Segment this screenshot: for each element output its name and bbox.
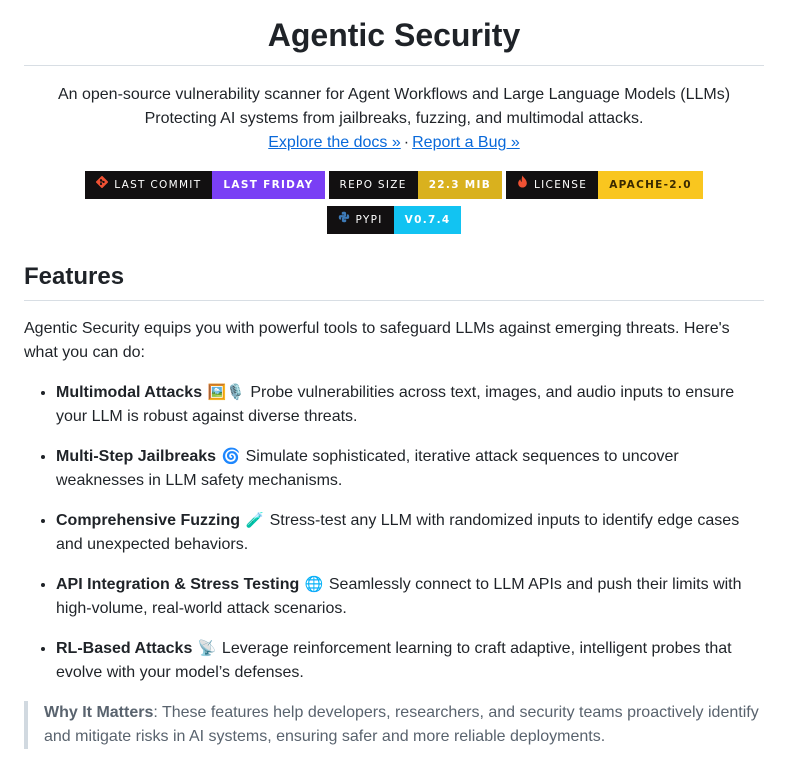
list-item: RL-Based Attacks 📡 Leverage reinforcemen…	[56, 637, 764, 685]
repo-size-badge[interactable]: REPO SIZE 22.3 MIB	[328, 171, 503, 199]
license-value: APACHE-2.0	[598, 171, 703, 199]
feature-list: Multimodal Attacks 🖼️🎙️ Probe vulnerabil…	[24, 381, 764, 685]
why-it-matters-note: Why It Matters: These features help deve…	[24, 701, 764, 749]
license-badge-label: LICENSE	[506, 171, 599, 199]
repo-size-label: REPO SIZE	[328, 171, 418, 199]
last-commit-badge-label: LAST COMMIT	[85, 171, 213, 199]
why-title: Why It Matters	[44, 704, 154, 721]
badge-row-2: PYPI V0.7.4	[24, 206, 764, 234]
description-links: Explore the docs » · Report a Bug »	[24, 131, 764, 155]
list-item: Multimodal Attacks 🖼️🎙️ Probe vulnerabil…	[56, 381, 764, 429]
globe-icon: 🌐	[304, 576, 324, 593]
list-item: Comprehensive Fuzzing 🧪 Stress-test any …	[56, 509, 764, 557]
repo-size-value: 22.3 MIB	[417, 171, 503, 199]
fire-icon	[517, 171, 528, 199]
pypi-badge[interactable]: PYPI V0.7.4	[326, 206, 462, 234]
last-commit-label: LAST COMMIT	[114, 179, 202, 191]
link-separator: ·	[403, 134, 410, 151]
last-commit-value: LAST FRIDAY	[212, 171, 325, 199]
description-line-2: Protecting AI systems from jailbreaks, f…	[144, 110, 644, 127]
report-bug-link[interactable]: Report a Bug »	[412, 134, 520, 151]
badge-row-1: LAST COMMIT LAST FRIDAY REPO SIZE 22.3 M…	[24, 171, 764, 199]
feature-title: API Integration & Stress Testing	[56, 576, 300, 593]
pypi-value: V0.7.4	[393, 206, 462, 234]
feature-title: RL-Based Attacks	[56, 640, 193, 657]
satellite-antenna-icon: 📡	[197, 640, 217, 657]
pypi-badge-label: PYPI	[326, 206, 394, 234]
git-icon	[95, 171, 109, 199]
test-tube-icon: 🧪	[245, 512, 265, 529]
list-item: Multi-Step Jailbreaks 🌀 Simulate sophist…	[56, 445, 764, 493]
description-line-1: An open-source vulnerability scanner for…	[57, 86, 731, 103]
features-heading: Features	[24, 262, 764, 301]
license-badge[interactable]: LICENSE APACHE-2.0	[506, 171, 703, 199]
cyclone-icon: 🌀	[221, 448, 241, 465]
description: An open-source vulnerability scanner for…	[24, 83, 764, 155]
python-icon	[338, 206, 350, 234]
page-title: Agentic Security	[24, 0, 764, 66]
image-microphone-icon: 🖼️🎙️	[207, 384, 245, 401]
pypi-label: PYPI	[355, 214, 383, 226]
features-intro: Agentic Security equips you with powerfu…	[24, 320, 730, 361]
last-commit-badge[interactable]: LAST COMMIT LAST FRIDAY	[85, 171, 325, 199]
feature-title: Comprehensive Fuzzing	[56, 512, 241, 529]
feature-title: Multi-Step Jailbreaks	[56, 448, 217, 465]
badge-area: LAST COMMIT LAST FRIDAY REPO SIZE 22.3 M…	[24, 171, 764, 234]
license-label: LICENSE	[534, 179, 588, 191]
explore-docs-link[interactable]: Explore the docs »	[268, 134, 401, 151]
feature-title: Multimodal Attacks	[56, 384, 203, 401]
list-item: API Integration & Stress Testing 🌐 Seaml…	[56, 573, 764, 621]
